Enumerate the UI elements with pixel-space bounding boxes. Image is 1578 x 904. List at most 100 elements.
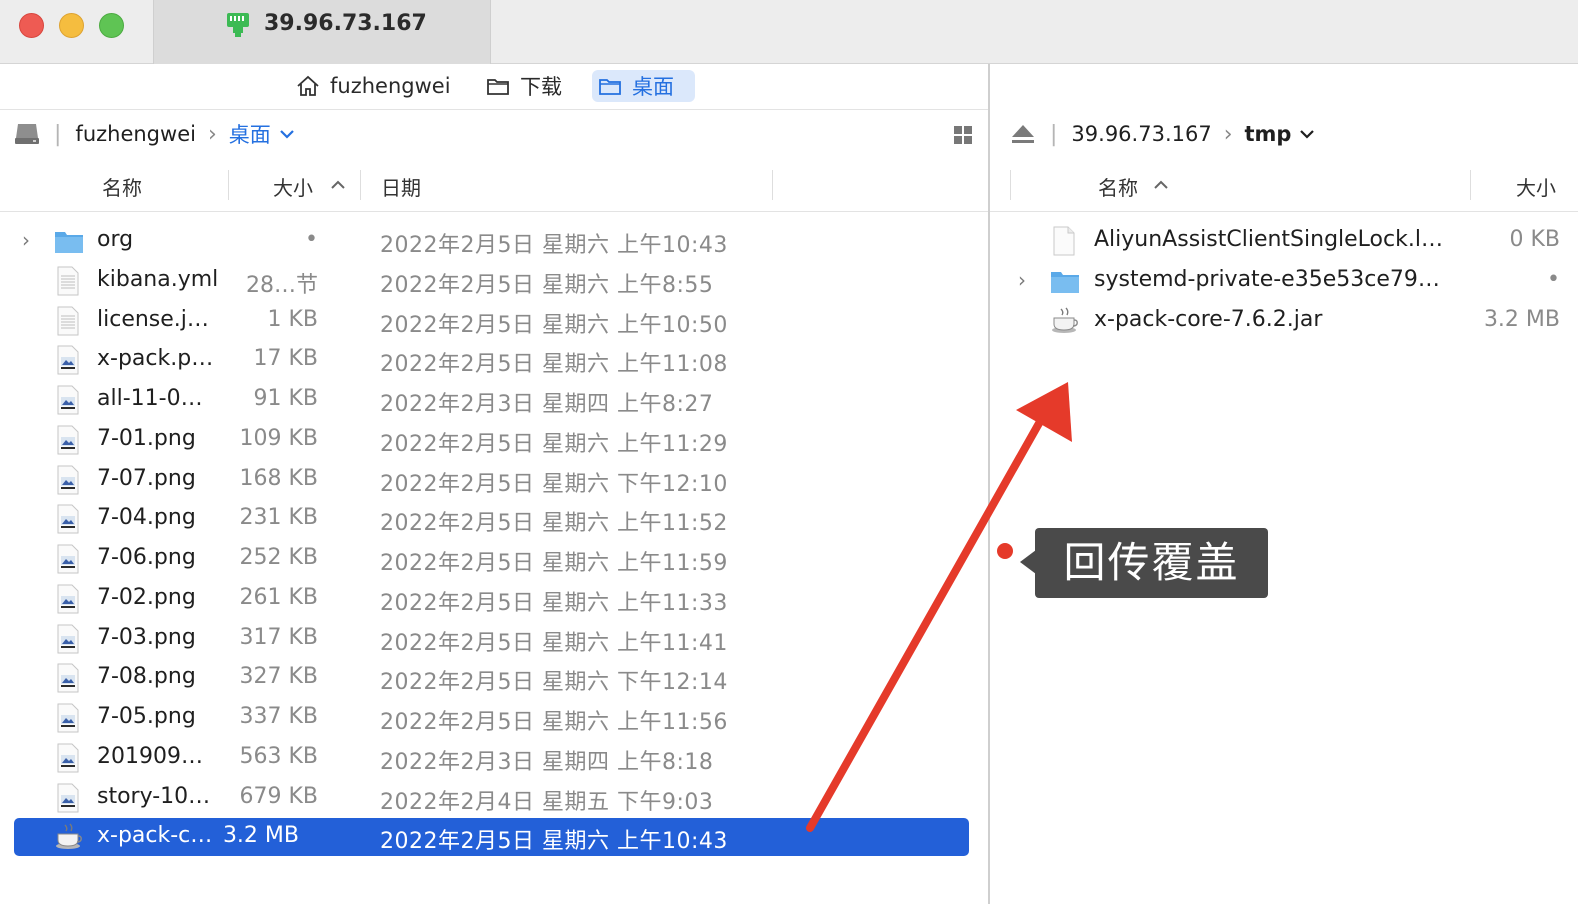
file-row[interactable]: 7-04.png 231 KB 2022年2月5日 星期六 上午11:52	[0, 500, 988, 538]
file-row[interactable]: all-11-0… 91 KB 2022年2月3日 星期四 上午8:27	[0, 381, 988, 419]
file-row[interactable]: x-pack.p… 17 KB 2022年2月5日 星期六 上午11:08	[0, 341, 988, 379]
column-date[interactable]: 日期	[381, 172, 421, 201]
file-size: •	[305, 227, 318, 252]
chevron-down-icon[interactable]	[1299, 129, 1315, 139]
left-path-bar: | fuzhengwei › 桌面	[0, 110, 988, 158]
chevron-down-icon[interactable]	[279, 129, 295, 139]
image-file-icon	[54, 624, 82, 654]
file-row[interactable]: story-10… 679 KB 2022年2月4日 星期五 下午9:03	[0, 779, 988, 817]
favorite-label: fuzhengwei	[330, 74, 451, 98]
file-name: 7-03.png	[97, 624, 196, 650]
file-row[interactable]: license.j… 1 KB 2022年2月5日 星期六 上午10:50	[0, 302, 988, 340]
annotation-dot	[997, 543, 1013, 559]
favorites-bar: fuzhengwei 下载 桌面	[0, 64, 988, 110]
column-name[interactable]: 名称	[102, 172, 142, 201]
file-row[interactable]: 7-05.png 337 KB 2022年2月5日 星期六 上午11:56	[0, 699, 988, 737]
breadcrumb-root[interactable]: 39.96.73.167	[1071, 122, 1211, 146]
file-name: 7-06.png	[97, 545, 196, 570]
file-row[interactable]: 7-07.png 168 KB 2022年2月5日 星期六 下午12:10	[0, 461, 988, 499]
breadcrumb-root[interactable]: fuzhengwei	[75, 122, 196, 146]
file-row[interactable]: x-pack-core-7.6.2.jar 3.2 MB	[990, 302, 1578, 340]
title-bar: 39.96.73.167	[0, 0, 1578, 64]
file-size: 231 KB	[239, 505, 318, 531]
folder-icon	[54, 226, 83, 256]
left-column-headers: 名称 大小 日期	[0, 158, 988, 212]
text-file-icon	[54, 306, 82, 336]
favorite-downloads[interactable]: 下载	[480, 70, 568, 102]
file-row[interactable]: 7-02.png 261 KB 2022年2月5日 星期六 上午11:33	[0, 580, 988, 618]
file-name: org	[97, 227, 134, 252]
column-size[interactable]: 大小	[1516, 172, 1556, 201]
file-size: 109 KB	[239, 425, 318, 451]
folder-icon	[599, 79, 621, 95]
file-name: 7-04.png	[97, 505, 196, 531]
file-size: 563 KB	[239, 743, 318, 769]
image-file-icon	[54, 425, 82, 455]
file-row[interactable]: › systemd-private-e35e53ce79… •	[990, 262, 1578, 300]
file-row[interactable]: 7-08.png 327 KB 2022年2月5日 星期六 下午12:14	[0, 659, 988, 697]
zoom-window-button[interactable]	[99, 13, 124, 38]
file-row[interactable]: › org • 2022年2月5日 星期六 上午10:43	[0, 222, 988, 260]
disclosure-chevron-icon[interactable]: ›	[22, 228, 30, 252]
folder-icon	[487, 79, 509, 95]
file-name: x-pack.p…	[97, 346, 214, 372]
file-date: 2022年2月5日 星期六 下午12:14	[380, 670, 728, 696]
grid-view-icon[interactable]	[953, 125, 973, 145]
favorite-home[interactable]: fuzhengwei	[290, 70, 457, 102]
image-file-icon	[54, 465, 82, 495]
file-size: 91 KB	[253, 386, 318, 411]
close-window-button[interactable]	[19, 13, 44, 38]
column-separator[interactable]	[1470, 170, 1471, 200]
file-name: AliyunAssistClientSingleLock.l…	[1094, 227, 1443, 252]
disk-icon[interactable]	[14, 122, 40, 146]
file-name: kibana.yml	[97, 266, 219, 292]
column-separator[interactable]	[228, 170, 229, 200]
favorite-desktop[interactable]: 桌面	[592, 70, 695, 102]
column-separator[interactable]	[360, 170, 361, 200]
file-date: 2022年2月5日 星期六 上午11:56	[380, 710, 728, 735]
column-separator[interactable]	[772, 170, 773, 200]
right-column-headers: 名称 大小	[990, 158, 1578, 212]
file-name: 7-07.png	[97, 465, 196, 491]
file-name: story-10…	[97, 783, 211, 809]
file-row[interactable]: AliyunAssistClientSingleLock.l… 0 KB	[990, 222, 1578, 260]
annotation-callout: 回传覆盖	[1035, 528, 1268, 598]
favorite-label: 桌面	[632, 75, 674, 99]
minimize-window-button[interactable]	[59, 13, 84, 38]
file-size: 337 KB	[239, 704, 318, 729]
sort-ascending-icon	[331, 180, 345, 189]
file-row[interactable]: kibana.yml 28…节 2022年2月5日 星期六 上午8:55	[0, 262, 988, 300]
file-size: 168 KB	[239, 465, 318, 491]
breadcrumb-current[interactable]: 桌面	[229, 119, 271, 149]
file-size: 317 KB	[239, 624, 318, 650]
file-row[interactable]: 7-06.png 252 KB 2022年2月5日 星期六 上午11:59	[0, 540, 988, 578]
chevron-right-icon: ›	[207, 121, 217, 147]
file-date: 2022年2月5日 星期六 上午11:29	[380, 431, 728, 457]
image-file-icon	[54, 584, 82, 614]
connection-tab[interactable]: 39.96.73.167	[153, 0, 491, 64]
file-size: 0 KB	[1509, 227, 1560, 252]
file-row[interactable]: 201909… 563 KB 2022年2月3日 星期四 上午8:18	[0, 739, 988, 777]
column-name[interactable]: 名称	[1098, 172, 1138, 201]
path-separator: |	[54, 121, 62, 147]
file-size: 17 KB	[253, 346, 318, 372]
path-separator: |	[1050, 121, 1058, 147]
file-date: 2022年2月5日 星期六 上午11:33	[380, 590, 728, 616]
image-file-icon	[54, 345, 82, 375]
file-row[interactable]: 7-03.png 317 KB 2022年2月5日 星期六 上午11:41	[0, 620, 988, 658]
image-file-icon	[54, 743, 82, 773]
disclosure-chevron-icon[interactable]: ›	[1018, 268, 1026, 292]
eject-icon[interactable]	[1010, 123, 1036, 145]
file-size: 28…节	[246, 272, 318, 298]
chevron-right-icon: ›	[1223, 121, 1233, 147]
text-file-icon	[54, 266, 82, 296]
column-separator[interactable]	[1010, 170, 1011, 200]
file-name: license.j…	[97, 306, 209, 332]
file-row[interactable]: 7-01.png 109 KB 2022年2月5日 星期六 上午11:29	[0, 421, 988, 459]
file-row[interactable]: x-pack-c… 3.2 MB 2022年2月5日 星期六 上午10:43	[14, 818, 969, 857]
blank-file-icon	[1050, 226, 1078, 256]
breadcrumb-current[interactable]: tmp	[1245, 122, 1292, 146]
file-name: 201909…	[97, 743, 203, 769]
file-name: all-11-0…	[97, 386, 203, 411]
column-size[interactable]: 大小	[273, 172, 313, 201]
